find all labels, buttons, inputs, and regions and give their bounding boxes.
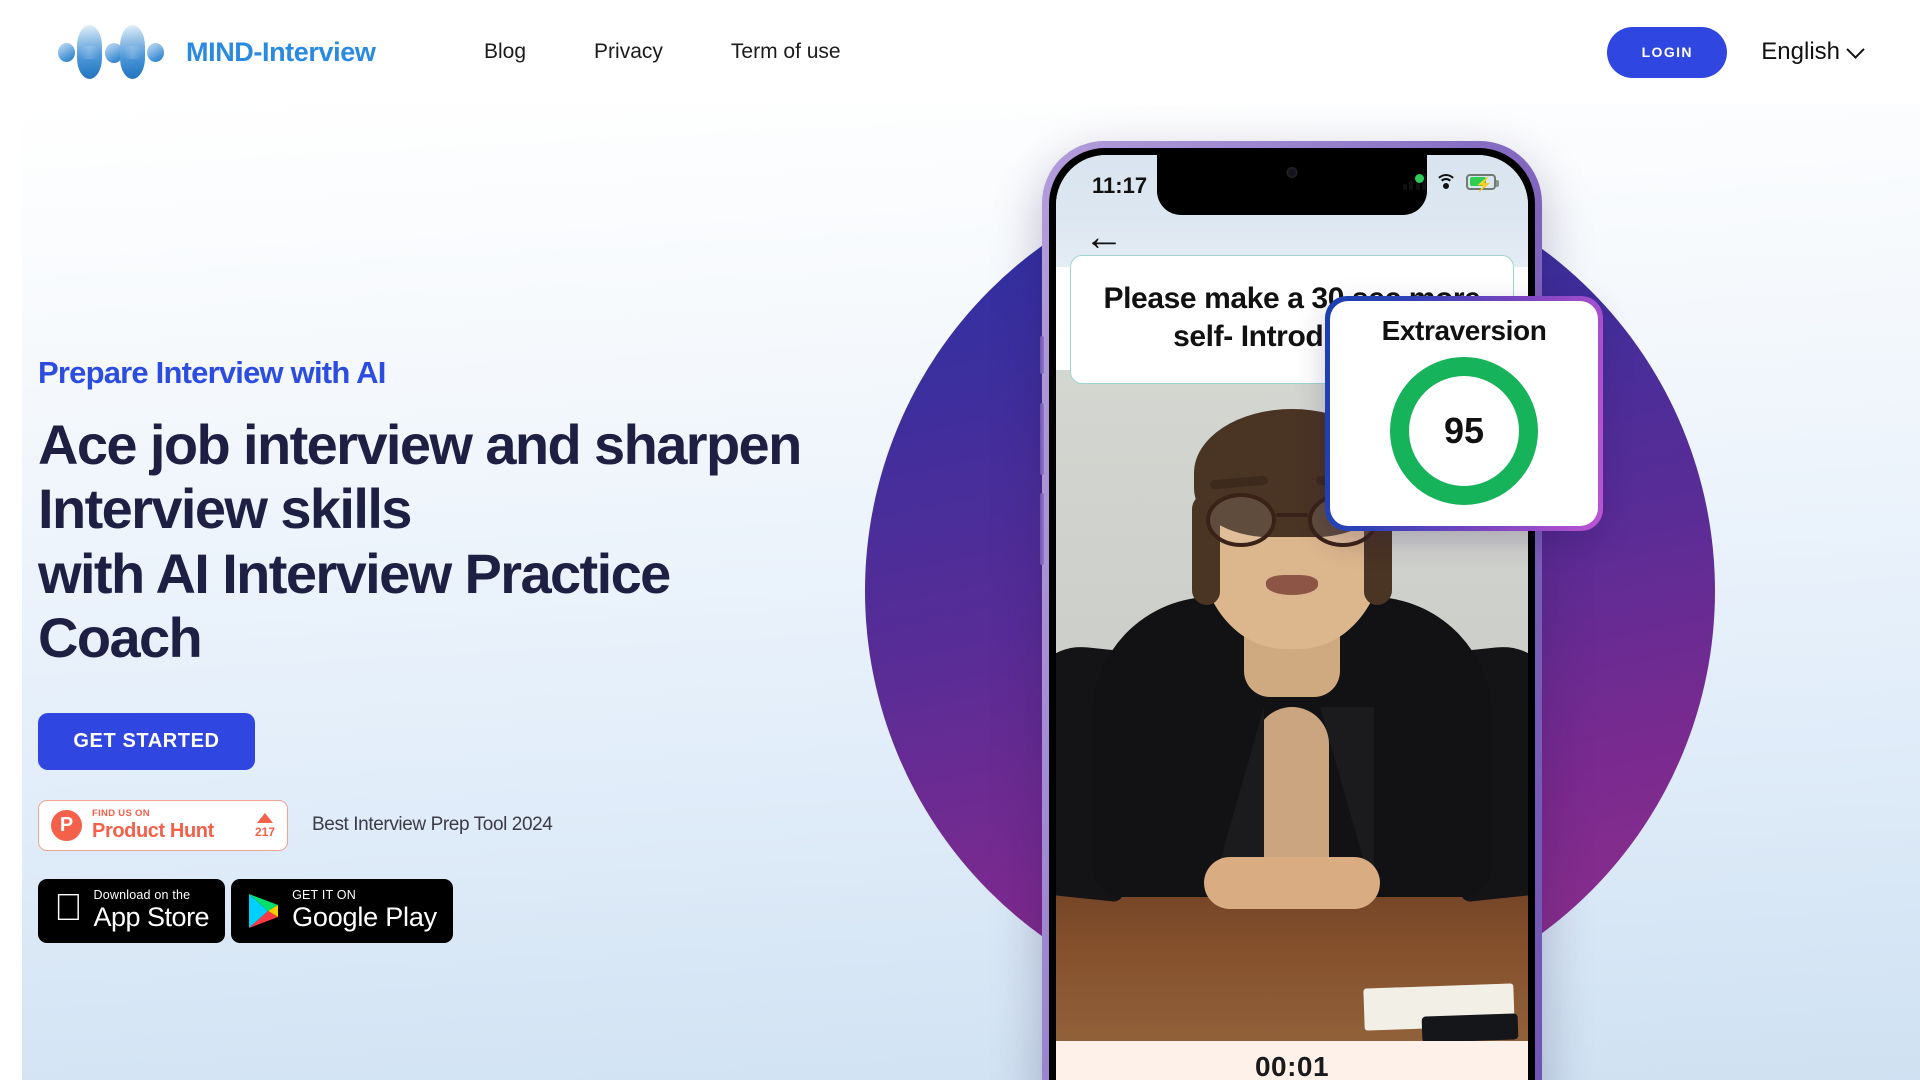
score-title: Extraversion	[1381, 315, 1547, 346]
get-started-button[interactable]: GET STARTED	[38, 712, 255, 770]
app-store-button[interactable]:  Download on the App Store	[38, 878, 226, 943]
headline-line-4: Coach	[38, 606, 203, 670]
language-label: English	[1761, 38, 1840, 65]
score-ring: 95	[1390, 357, 1538, 505]
badges-row: P FIND US ON Product Hunt 217 Best Inter…	[38, 799, 888, 851]
product-hunt-name: Product Hunt	[92, 819, 214, 842]
score-card-inner: Extraversion 95	[1330, 301, 1598, 526]
phone-mockup: 11:17 ⚡ ← Please make a 30 sec more self…	[1040, 141, 1542, 1080]
logo-dot-3	[147, 43, 164, 62]
site-header: MIND-Interview Blog Privacy Term of use …	[0, 0, 1920, 104]
phone-status-area: 11:17 ⚡ ←	[1056, 155, 1528, 267]
upvote-count: 217	[254, 824, 275, 839]
google-play-bottom-label: Google Play	[263, 902, 437, 933]
phone-screen: 11:17 ⚡ ← Please make a 30 sec more self…	[1056, 155, 1528, 1080]
recorder-bar: 00:01	[1056, 1041, 1528, 1080]
logo-text: MIND-Interview	[186, 36, 376, 67]
status-time: 11:17	[1092, 173, 1148, 198]
nav-item-blog[interactable]: Blog	[484, 40, 526, 64]
google-play-icon	[249, 893, 279, 928]
upvote-triangle-icon	[256, 812, 273, 823]
product-hunt-find-us-on: FIND US ON	[92, 808, 150, 820]
google-play-top-label: GET IT ON	[263, 888, 356, 903]
google-play-button[interactable]: GET IT ON Google Play	[231, 878, 453, 943]
product-hunt-icon: P	[51, 809, 82, 841]
nav-item-privacy[interactable]: Privacy	[594, 40, 663, 64]
mouth	[1266, 574, 1318, 595]
score-value: 95	[1443, 410, 1485, 451]
app-store-badges:  Download on the App Store GET IT ON Go…	[38, 878, 888, 943]
hero-visual: 11:17 ⚡ ← Please make a 30 sec more self…	[865, 104, 1920, 1080]
hero-content: Prepare Interview with AI Ace job interv…	[38, 355, 888, 943]
phone-notch	[1157, 155, 1427, 215]
award-text: Best Interview Prep Tool 2024	[312, 814, 553, 836]
phone-mute-switch	[1040, 336, 1044, 374]
nav-item-term-of-use[interactable]: Term of use	[731, 40, 841, 64]
score-card: Extraversion 95	[1325, 296, 1603, 531]
chevron-down-icon	[1846, 39, 1865, 59]
phone-bezel: 11:17 ⚡ ← Please make a 30 sec more self…	[1049, 148, 1535, 1080]
page-root: MIND-Interview Blog Privacy Term of use …	[0, 0, 1920, 1080]
product-hunt-text: FIND US ON Product Hunt	[92, 809, 245, 841]
login-button[interactable]: LOGIN	[1607, 26, 1728, 78]
front-camera-icon	[1286, 167, 1298, 178]
phone-on-desk	[1421, 1013, 1519, 1041]
headline-line-2: Interview skills	[38, 477, 412, 541]
headline-line-1: Ace job interview and sharpen	[38, 413, 802, 476]
lens-left	[1206, 492, 1276, 547]
battery-charging-icon: ⚡	[1466, 173, 1499, 192]
logo-bar-1	[77, 25, 102, 79]
logo[interactable]: MIND-Interview	[58, 22, 376, 82]
glasses-bridge	[1276, 512, 1308, 517]
wifi-icon	[1435, 173, 1457, 190]
back-arrow-icon[interactable]: ←	[1084, 217, 1124, 257]
main-nav: Blog Privacy Term of use	[484, 0, 841, 104]
app-store-top-label: Download on the	[65, 888, 191, 903]
lightning-bolt-icon: ⚡	[1475, 175, 1493, 192]
header-actions: LOGIN English	[1607, 0, 1865, 104]
recording-indicator-dot	[1415, 174, 1424, 183]
phone-volume-down-button	[1040, 493, 1044, 565]
page-title: Ace job interview and sharpen Interview …	[38, 413, 888, 671]
logo-bar-2	[120, 25, 145, 79]
product-hunt-upvote[interactable]: 217	[254, 812, 275, 839]
hero-eyebrow: Prepare Interview with AI	[38, 355, 386, 390]
recording-timer: 00:01	[1254, 1051, 1330, 1080]
apple-icon: 	[54, 889, 83, 927]
status-icons: ⚡	[1402, 173, 1499, 192]
app-store-label: Download on the App Store	[65, 888, 210, 933]
headline-line-3: with AI Interview Practice	[38, 541, 671, 605]
logo-dot-1	[58, 43, 75, 62]
language-selector[interactable]: English	[1761, 38, 1865, 66]
hands	[1204, 856, 1380, 909]
logo-waveform-icon	[58, 22, 164, 82]
google-play-label: GET IT ON Google Play	[263, 888, 437, 933]
phone-volume-up-button	[1040, 403, 1044, 475]
product-hunt-badge[interactable]: P FIND US ON Product Hunt 217	[38, 799, 288, 851]
app-store-bottom-label: App Store	[65, 902, 210, 933]
